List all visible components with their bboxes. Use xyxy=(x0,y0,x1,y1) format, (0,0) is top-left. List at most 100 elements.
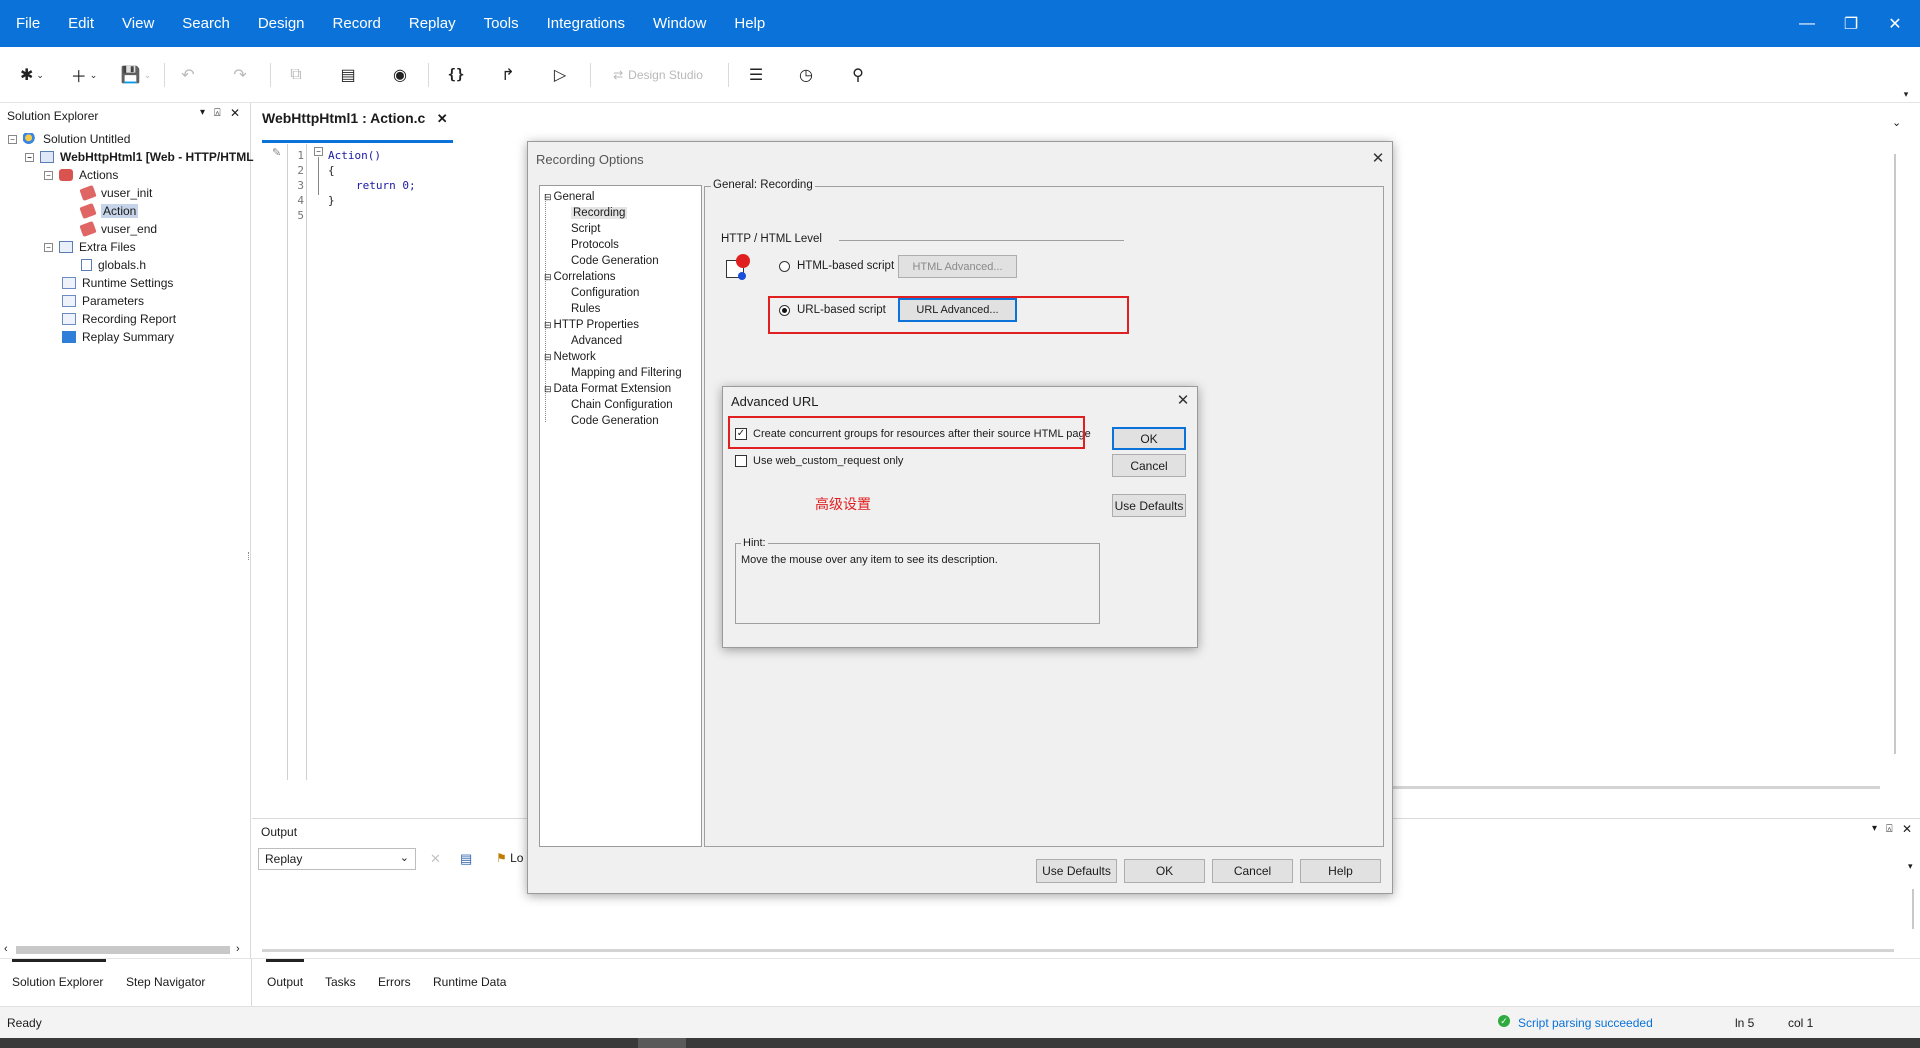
menu-search[interactable]: Search xyxy=(168,0,244,47)
menu-window[interactable]: Window xyxy=(639,0,720,47)
menu-design[interactable]: Design xyxy=(244,0,319,47)
menu-tools[interactable]: Tools xyxy=(470,0,533,47)
collapse-icon[interactable]: ⊟ xyxy=(544,384,552,395)
menu-integrations[interactable]: Integrations xyxy=(533,0,639,47)
collapse-icon[interactable]: − xyxy=(44,170,53,180)
panel-dropdown-icon[interactable]: ▾ xyxy=(1872,823,1877,834)
minimize-icon[interactable]: — xyxy=(1784,0,1830,47)
menu-record[interactable]: Record xyxy=(319,0,395,47)
scroll-right-icon[interactable]: › xyxy=(236,943,240,955)
html-advanced-button[interactable]: HTML Advanced... xyxy=(898,255,1017,278)
tree-item-parameters[interactable]: Parameters xyxy=(62,292,144,310)
close-app-icon[interactable]: ✕ xyxy=(1872,0,1918,47)
output-vertical-scrollbar[interactable] xyxy=(1912,889,1914,929)
code-icon[interactable]: {} xyxy=(444,63,468,87)
tree-item-runtime-settings[interactable]: Runtime Settings xyxy=(62,274,173,292)
tab-tasks[interactable]: Tasks xyxy=(325,975,356,989)
editor-tab[interactable]: WebHttpHtml1 : Action.c ✕ xyxy=(262,110,453,144)
tab-solution-explorer[interactable]: Solution Explorer xyxy=(12,975,103,989)
output-overflow-icon[interactable]: ▾ xyxy=(1908,861,1913,872)
pin-icon[interactable]: ⍓ xyxy=(1886,823,1893,836)
design-studio-button[interactable]: ⇄ Design Studio xyxy=(608,63,708,87)
custom-request-label: Use web_custom_request only xyxy=(753,455,904,467)
use-defaults-button[interactable]: Use Defaults xyxy=(1036,859,1117,883)
panel-close-icon[interactable]: ✕ xyxy=(230,106,240,120)
menu-replay[interactable]: Replay xyxy=(395,0,470,47)
close-icon[interactable]: ✕ xyxy=(1364,146,1392,170)
ok-button[interactable]: OK xyxy=(1112,427,1186,450)
panel-dropdown-icon[interactable]: ▾ xyxy=(200,107,205,118)
record-icon[interactable]: ◉ xyxy=(388,63,412,87)
scrollbar-thumb[interactable] xyxy=(1894,154,1896,754)
panel-close-icon[interactable]: ✕ xyxy=(1902,822,1912,836)
search-replay-icon[interactable]: ⚲ xyxy=(846,63,870,87)
pin-icon[interactable]: ⍓ xyxy=(214,107,221,120)
editor-vertical-scrollbar[interactable] xyxy=(1890,144,1900,769)
menu-edit[interactable]: Edit xyxy=(54,0,108,47)
ok-button[interactable]: OK xyxy=(1124,859,1205,883)
help-button[interactable]: Help xyxy=(1300,859,1381,883)
cancel-button[interactable]: Cancel xyxy=(1112,454,1186,477)
custom-request-option[interactable]: Use web_custom_request only xyxy=(735,455,903,467)
tree-item-script[interactable]: − WebHttpHtml1 [Web - HTTP/HTML xyxy=(25,148,254,166)
tree-item-replay-summary[interactable]: Replay Summary xyxy=(62,328,174,346)
tab-errors[interactable]: Errors xyxy=(378,975,411,989)
collapse-icon[interactable]: ⊟ xyxy=(544,192,552,203)
taskbar-item[interactable] xyxy=(638,1038,686,1048)
html-based-option[interactable]: HTML-based script xyxy=(779,260,894,272)
collapse-icon[interactable]: − xyxy=(8,134,17,144)
log-window-icon[interactable]: ▤ xyxy=(460,851,472,867)
menu-file[interactable]: File xyxy=(16,0,54,47)
tab-output[interactable]: Output xyxy=(267,975,303,989)
fold-icon[interactable]: − xyxy=(314,147,323,156)
add-icon[interactable]: ＋ ⌄ xyxy=(66,63,102,87)
menu-view[interactable]: View xyxy=(108,0,168,47)
scrollbar-thumb[interactable] xyxy=(16,946,230,954)
editor-overflow-icon[interactable]: ⌄ xyxy=(1892,116,1901,129)
splitter-grip[interactable] xyxy=(248,552,251,560)
collapse-icon[interactable]: ⊟ xyxy=(544,320,552,331)
redo-icon[interactable]: ↷ xyxy=(228,63,252,87)
tree-item-vuser-end[interactable]: vuser_end xyxy=(79,220,157,238)
recording-options-icon[interactable]: ▤ xyxy=(336,63,360,87)
collapse-icon[interactable]: − xyxy=(25,152,34,162)
undo-icon[interactable]: ↶ xyxy=(176,63,200,87)
html-based-radio[interactable] xyxy=(779,260,790,272)
toolbar-overflow-icon[interactable]: ▾ xyxy=(1900,89,1912,99)
save-icon[interactable]: 💾 ⌄ xyxy=(118,63,154,87)
tree-item-vuser-init[interactable]: vuser_init xyxy=(79,184,152,202)
output-horizontal-scrollbar[interactable] xyxy=(262,949,1894,952)
collapse-icon[interactable]: − xyxy=(44,242,53,252)
custom-request-checkbox[interactable] xyxy=(735,455,747,467)
tree-node-code-generation-2[interactable]: Code Generation xyxy=(571,412,659,430)
tree-item-action[interactable]: Action xyxy=(79,202,139,220)
close-tab-icon[interactable]: ✕ xyxy=(437,111,448,126)
tree-item-recording-report[interactable]: Recording Report xyxy=(62,310,176,328)
step-icon[interactable]: ↱ xyxy=(496,63,520,87)
output-source-select[interactable]: Replay ⌄ xyxy=(258,848,416,870)
scroll-left-icon[interactable]: ‹ xyxy=(4,943,8,955)
copy-icon[interactable]: ⧉ xyxy=(284,63,308,87)
tab-step-navigator[interactable]: Step Navigator xyxy=(126,975,205,989)
tree-item-globals[interactable]: globals.h xyxy=(81,256,146,274)
clear-icon[interactable]: ✕ xyxy=(430,851,441,867)
list-icon[interactable]: ☰ xyxy=(744,63,768,87)
close-icon[interactable]: ✕ xyxy=(1169,388,1197,412)
tree-item-solution[interactable]: − Solution Untitled xyxy=(8,130,130,148)
horizontal-scrollbar[interactable]: ‹ › xyxy=(4,943,247,956)
run-icon[interactable]: ▷ xyxy=(548,63,572,87)
new-script-icon[interactable]: ✱ ⌄ xyxy=(14,63,50,87)
restore-icon[interactable]: ❐ xyxy=(1828,0,1874,47)
log-button[interactable]: ⚑ Lo xyxy=(496,851,523,865)
tab-runtime-data[interactable]: Runtime Data xyxy=(433,975,506,989)
tree-item-actions[interactable]: − Actions xyxy=(44,166,118,184)
menu-help[interactable]: Help xyxy=(720,0,779,47)
code-content[interactable]: Action() { return 0; } xyxy=(328,148,416,208)
cancel-button[interactable]: Cancel xyxy=(1212,859,1293,883)
history-icon[interactable]: ◷ xyxy=(794,63,818,87)
collapse-icon[interactable]: ⊟ xyxy=(544,352,552,363)
use-defaults-button[interactable]: Use Defaults xyxy=(1112,494,1186,517)
tree-item-extra-files[interactable]: − Extra Files xyxy=(44,238,136,256)
parse-status[interactable]: Script parsing succeeded xyxy=(1518,1016,1653,1030)
collapse-icon[interactable]: ⊟ xyxy=(544,272,552,283)
